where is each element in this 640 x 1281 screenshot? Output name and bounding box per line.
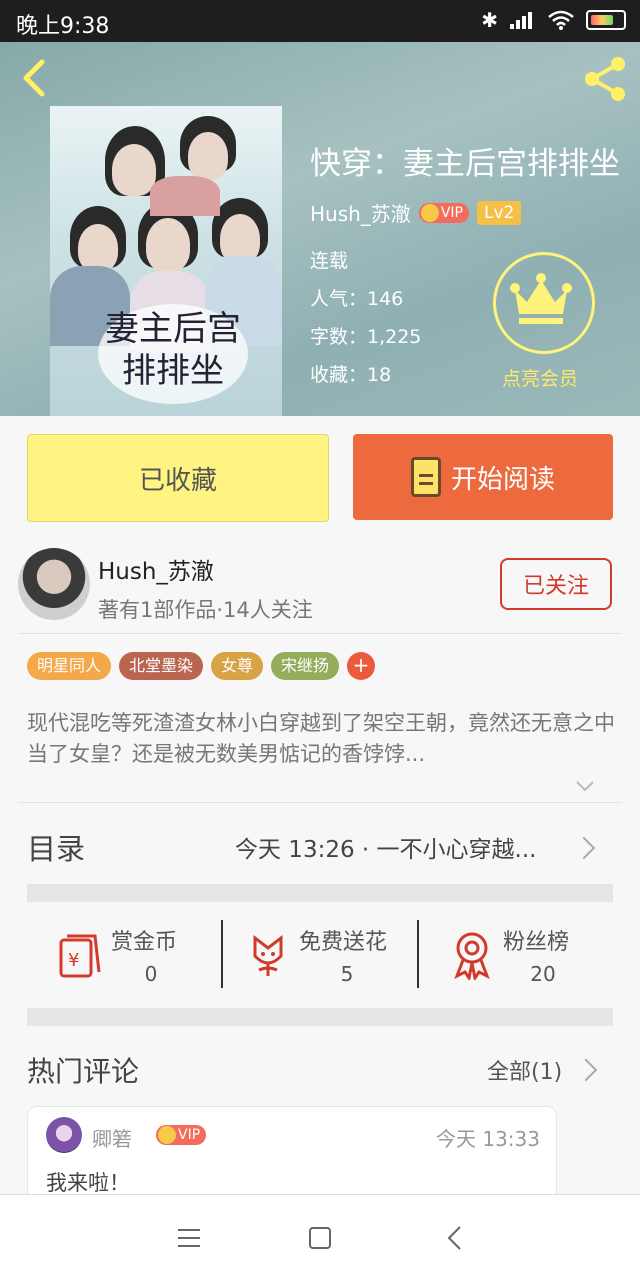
reward-coin-stat[interactable]: ¥ 赏金币 0 — [27, 910, 222, 1006]
menu-icon[interactable] — [174, 1223, 204, 1253]
chevron-right-icon — [572, 836, 596, 860]
wifi-icon — [548, 10, 574, 30]
author-card[interactable]: Hush_苏澈 著有1部作品·14人关注 已关注 — [0, 540, 640, 632]
book-favorites: 收藏：18 — [310, 364, 392, 386]
book-word-count: 字数：1,225 — [310, 326, 422, 348]
book-status: 连载 — [310, 250, 349, 272]
tag-item[interactable]: 宋继扬 — [271, 652, 340, 680]
stat-label: 粉丝榜 — [503, 930, 570, 955]
divider — [18, 802, 622, 803]
expand-chevron-icon[interactable] — [575, 776, 595, 796]
crown-icon — [420, 203, 439, 222]
stat-value: 0 — [144, 962, 158, 986]
flower-icon — [253, 934, 283, 976]
reward-coin-icon: ¥ — [59, 934, 101, 978]
book-author[interactable]: Hush_苏澈 — [310, 198, 411, 227]
stat-label: 免费送花 — [299, 930, 388, 955]
battery-icon — [586, 10, 626, 30]
chevron-right-icon[interactable] — [574, 1058, 598, 1082]
toc-latest-chapter: 今天 13:26 · 一不小心穿越... — [235, 837, 537, 863]
book-cover[interactable]: 妻主后宫排排坐 — [50, 106, 282, 416]
back-icon[interactable] — [14, 56, 58, 100]
book-popularity: 人气：146 — [310, 288, 404, 310]
interaction-stats: ¥ 赏金币 0 免费送花 5 粉丝榜 20 — [27, 910, 613, 1006]
stat-value: 5 — [340, 962, 354, 986]
system-nav-bar — [0, 1194, 640, 1281]
level-badge: Lv2 — [476, 200, 522, 225]
vip-crown-button[interactable] — [493, 252, 595, 354]
table-of-contents-row[interactable]: 目录 今天 13:26 · 一不小心穿越... — [0, 804, 640, 884]
fan-ranking-stat[interactable]: 粉丝榜 20 — [419, 910, 614, 1006]
home-icon[interactable] — [305, 1223, 335, 1253]
free-flower-stat[interactable]: 免费送花 5 — [223, 910, 418, 1006]
status-icons: ✱ — [481, 8, 626, 32]
back-nav-icon[interactable] — [440, 1223, 470, 1253]
stat-label: 赏金币 — [111, 930, 178, 955]
bluetooth-icon: ✱ — [481, 8, 498, 32]
comment-time: 今天 13:33 — [436, 1127, 540, 1151]
book-summary[interactable]: 现代混吃等死渣渣女林小白穿越到了架空王朝，竟然还无意之中当了女皇？还是被无数美男… — [27, 708, 617, 770]
all-comments-link[interactable]: 全部(1) — [487, 1054, 562, 1086]
toc-title: 目录 — [27, 832, 86, 866]
status-time: 晚上9:38 — [16, 14, 110, 39]
tag-item[interactable]: 女尊 — [211, 652, 264, 680]
commenter-avatar[interactable] — [46, 1117, 82, 1153]
crown-icon — [158, 1126, 176, 1144]
vip-badge-label: VIP — [178, 1127, 201, 1143]
book-author-line: Hush_苏澈 VIP Lv2 — [310, 198, 522, 227]
book-title: 快穿：妻主后宫排排坐 — [310, 146, 620, 182]
divider — [18, 633, 622, 634]
favorite-button[interactable]: 已收藏 — [27, 434, 329, 522]
follow-button[interactable]: 已关注 — [500, 558, 612, 610]
hot-comments-title: 热门评论 — [27, 1055, 140, 1088]
status-bar: 晚上9:38 ✱ — [0, 0, 640, 42]
comment-text: 我来啦！ — [46, 1171, 130, 1195]
signal-icon — [510, 12, 532, 29]
start-reading-button[interactable]: 开始阅读 — [353, 434, 613, 520]
start-reading-label: 开始阅读 — [450, 464, 555, 495]
vip-cta-label[interactable]: 点亮会员 — [502, 364, 578, 391]
vip-badge: VIP — [418, 202, 469, 223]
vip-badge: VIP — [156, 1125, 207, 1145]
add-tag-button[interactable]: + — [347, 652, 376, 680]
vip-badge-label: VIP — [440, 204, 463, 221]
cover-title-text: 妻主后宫排排坐 — [98, 304, 248, 404]
book-icon — [410, 457, 441, 497]
medal-icon — [454, 932, 490, 980]
section-separator — [27, 1008, 613, 1026]
tag-item[interactable]: 明星同人 — [27, 652, 112, 680]
commenter-name[interactable]: 卿箬 — [92, 1123, 132, 1152]
section-separator — [27, 884, 613, 902]
author-stats: 著有1部作品·14人关注 — [98, 598, 313, 622]
stat-value: 20 — [530, 962, 556, 986]
svg-text:¥: ¥ — [68, 950, 79, 971]
book-header: 妻主后宫排排坐 快穿：妻主后宫排排坐 Hush_苏澈 VIP Lv2 连载 人气… — [0, 42, 640, 416]
author-avatar[interactable] — [18, 548, 90, 620]
tag-list: 明星同人 北堂墨染 女尊 宋继扬 + — [27, 652, 376, 680]
author-name: Hush_苏澈 — [98, 559, 214, 585]
share-icon[interactable] — [580, 54, 630, 104]
crown-icon — [510, 273, 572, 324]
comment-card[interactable]: 卿箬 VIP 今天 13:33 我来啦！ — [27, 1106, 557, 1206]
tag-item[interactable]: 北堂墨染 — [119, 652, 204, 680]
